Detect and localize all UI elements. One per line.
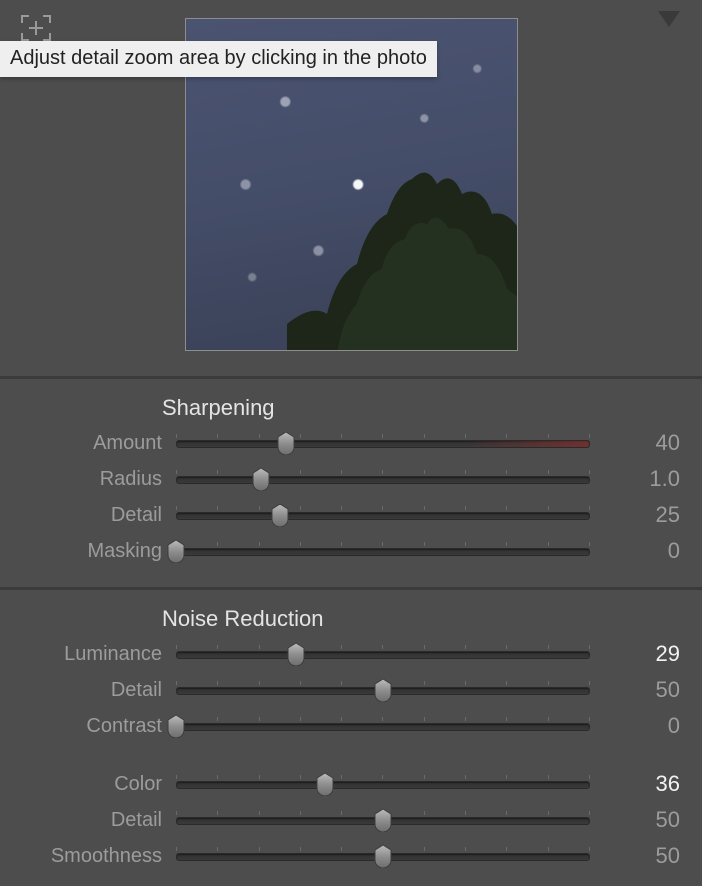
masking-value[interactable]: 0 (590, 538, 680, 564)
contrast-label: Contrast (22, 715, 176, 738)
detail-slider[interactable] (176, 809, 590, 831)
noise-reduction-detail-row: Detail 50 (22, 672, 680, 708)
sharpening-section: Sharpening Amount 40 Radius 1.0 Detail 25 Mask… (0, 379, 702, 590)
sharpening-amount-row: Amount 40 (22, 425, 680, 461)
radius-slider[interactable] (176, 468, 590, 490)
masking-slider[interactable] (176, 540, 590, 562)
detail-label: Detail (22, 504, 176, 527)
detail-value[interactable]: 50 (590, 677, 680, 703)
preview-foreground (287, 154, 518, 351)
noise-reduction-color-row: Color 36 (22, 766, 680, 802)
detail-panel: Adjust detail zoom area by clicking in t… (0, 0, 702, 886)
detail-value[interactable]: 25 (590, 502, 680, 528)
color-slider[interactable] (176, 773, 590, 795)
sharpening-masking-row: Masking 0 (22, 533, 680, 569)
masking-label: Masking (22, 540, 176, 563)
luminance-slider[interactable] (176, 643, 590, 665)
amount-slider[interactable] (176, 432, 590, 454)
contrast-slider[interactable] (176, 715, 590, 737)
smoothness-slider[interactable] (176, 845, 590, 867)
detail-label: Detail (22, 679, 176, 702)
sharpening-title: Sharpening (162, 395, 680, 421)
noise-reduction-contrast-row: Contrast 0 (22, 708, 680, 744)
detail-value[interactable]: 50 (590, 807, 680, 833)
detail-slider[interactable] (176, 679, 590, 701)
color-label: Color (22, 773, 176, 796)
luminance-value[interactable]: 29 (590, 641, 680, 667)
radius-label: Radius (22, 468, 176, 491)
smoothness-value[interactable]: 50 (590, 843, 680, 869)
noise-reduction-section: Noise Reduction Luminance 29 Detail 50 Contr… (0, 590, 702, 886)
color-value[interactable]: 36 (590, 771, 680, 797)
contrast-value[interactable]: 0 (590, 713, 680, 739)
noise-reduction-smoothness-row: Smoothness 50 (22, 838, 680, 874)
sharpening-radius-row: Radius 1.0 (22, 461, 680, 497)
noise-reduction-title: Noise Reduction (162, 606, 680, 632)
detail-label: Detail (22, 809, 176, 832)
detail-zoom-tooltip: Adjust detail zoom area by clicking in t… (0, 41, 437, 77)
noise-reduction-luminance-row: Luminance 29 (22, 636, 680, 672)
amount-label: Amount (22, 432, 176, 455)
luminance-label: Luminance (22, 643, 176, 666)
smoothness-label: Smoothness (22, 845, 176, 868)
noise-reduction-detail-row: Detail 50 (22, 802, 680, 838)
amount-value[interactable]: 40 (590, 430, 680, 456)
detail-slider[interactable] (176, 504, 590, 526)
radius-value[interactable]: 1.0 (590, 466, 680, 492)
detail-preview-section: Adjust detail zoom area by clicking in t… (0, 0, 702, 379)
sharpening-detail-row: Detail 25 (22, 497, 680, 533)
collapse-triangle-icon[interactable] (656, 8, 682, 30)
